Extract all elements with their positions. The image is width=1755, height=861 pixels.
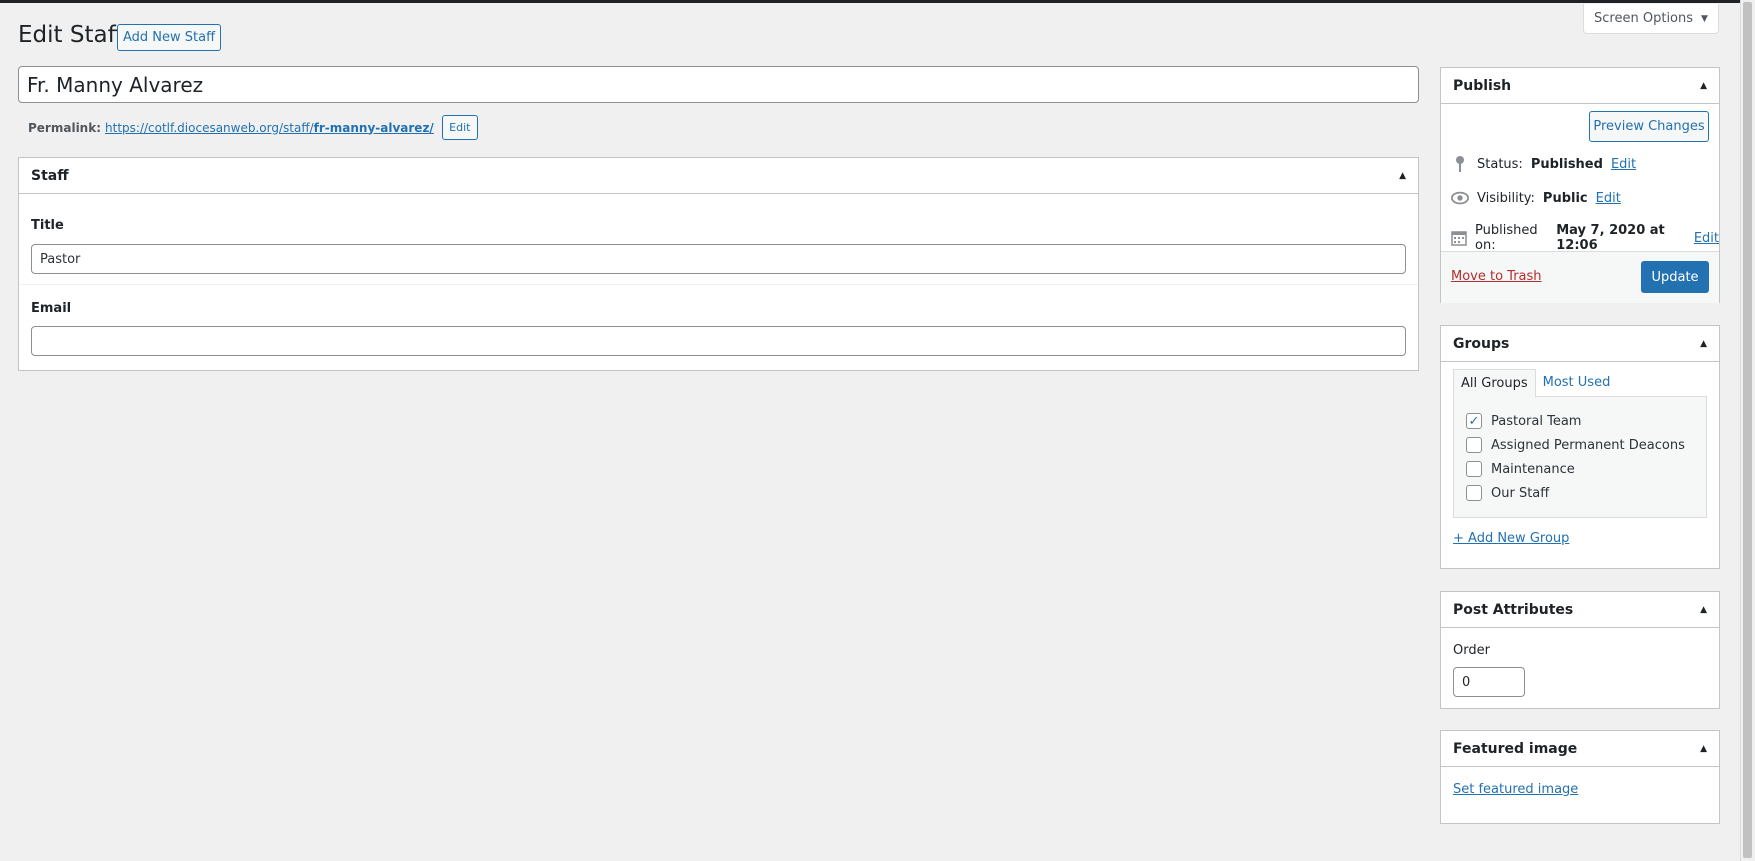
staff-email-input[interactable] [31,326,1406,356]
visibility-value: Public [1542,190,1588,206]
field-separator [19,284,1418,285]
screen-options-label: Screen Options [1594,11,1694,26]
visibility-row: Visibility: Public Edit [1451,189,1621,207]
title-field-label: Title [31,218,64,233]
group-label: Assigned Permanent Deacons [1491,437,1685,453]
published-label: Published on: [1475,223,1538,253]
set-featured-image-link[interactable]: Set featured image [1453,782,1578,797]
featured-image-box: Featured image ▲ Set featured image [1440,730,1720,824]
staff-title-input[interactable]: Pastor [31,244,1406,274]
permalink-slug: fr-manny-alvarez/ [313,120,434,135]
featured-image-heading: Featured image [1453,740,1578,757]
published-value: May 7, 2020 at 12:06 [1556,223,1665,253]
status-row: Status: Published Edit [1451,155,1636,173]
checkbox[interactable] [1466,437,1482,453]
publish-box-header[interactable]: Publish ▲ [1441,68,1719,104]
page-scrollbar[interactable] [1740,0,1755,861]
collapse-toggle-icon[interactable]: ▲ [1700,339,1707,349]
status-label: Status: [1477,156,1523,172]
checkbox[interactable] [1466,461,1482,477]
permalink-link[interactable]: https://cotlf.diocesanweb.org/staff/fr-m… [105,121,434,135]
caret-down-icon: ▼ [1701,13,1708,24]
add-new-staff-button[interactable]: Add New Staff [117,24,221,51]
group-label: Our Staff [1491,485,1550,501]
publish-box: Publish ▲ Preview Changes Status: Publis… [1440,67,1720,303]
post-attributes-box: Post Attributes ▲ Order 0 [1440,591,1720,709]
group-label: Pastoral Team [1491,413,1582,429]
visibility-edit-link[interactable]: Edit [1596,191,1621,206]
featured-image-header[interactable]: Featured image ▲ [1441,731,1719,767]
list-item[interactable]: Maintenance [1466,461,1575,477]
group-label: Maintenance [1491,461,1575,477]
collapse-toggle-icon[interactable]: ▲ [1399,171,1406,181]
admin-top-bar [0,0,1740,3]
collapse-toggle-icon[interactable]: ▲ [1700,605,1707,615]
email-field-label: Email [31,301,72,316]
staff-meta-box: Staff ▲ Title Pastor Email [18,157,1419,371]
scrollbar-thumb[interactable] [1743,2,1752,858]
page-title: Edit Staff [18,22,124,48]
post-attributes-heading: Post Attributes [1453,601,1574,618]
order-input[interactable]: 0 [1453,667,1525,697]
publish-actions: Move to Trash Update [1441,251,1719,303]
post-attributes-header[interactable]: Post Attributes ▲ [1441,592,1719,628]
published-edit-link[interactable]: Edit [1694,231,1719,246]
preview-changes-button[interactable]: Preview Changes [1589,111,1709,142]
groups-box: Groups ▲ All Groups Most Used ✓ Pastoral… [1440,325,1720,569]
checkbox-checked[interactable]: ✓ [1466,413,1482,429]
calendar-icon [1451,229,1467,247]
update-button[interactable]: Update [1641,261,1709,293]
permalink-label: Permalink: [28,120,102,135]
collapse-toggle-icon[interactable]: ▲ [1700,81,1707,91]
groups-heading: Groups [1453,335,1510,352]
order-label: Order [1453,643,1490,658]
groups-checklist: ✓ Pastoral Team Assigned Permanent Deaco… [1453,396,1707,518]
publish-heading: Publish [1453,77,1512,94]
permalink-base: https://cotlf.diocesanweb.org/staff/ [105,120,314,135]
status-value: Published [1530,156,1603,172]
staff-box-header[interactable]: Staff ▲ [19,158,1418,194]
groups-tabs: All Groups Most Used [1453,369,1617,398]
list-item[interactable]: ✓ Pastoral Team [1466,413,1581,429]
staff-box-heading: Staff [31,167,69,184]
permalink-edit-button[interactable]: Edit [441,115,478,140]
screen-options-button[interactable]: Screen Options ▼ [1583,4,1719,34]
list-item[interactable]: Assigned Permanent Deacons [1466,437,1685,453]
groups-box-header[interactable]: Groups ▲ [1441,326,1719,362]
tab-most-used[interactable]: Most Used [1536,369,1618,398]
pin-icon [1451,155,1469,173]
list-item[interactable]: Our Staff [1466,485,1549,501]
permalink-row: Permalink: https://cotlf.diocesanweb.org… [28,115,478,140]
checkbox[interactable] [1466,485,1482,501]
tab-all-groups[interactable]: All Groups [1453,369,1536,398]
published-date-row: Published on: May 7, 2020 at 12:06 Edit [1451,223,1719,253]
add-new-group-link[interactable]: + Add New Group [1453,531,1569,546]
move-to-trash-link[interactable]: Move to Trash [1451,269,1542,284]
collapse-toggle-icon[interactable]: ▲ [1700,744,1707,754]
post-title-input[interactable]: Fr. Manny Alvarez [18,66,1419,103]
visibility-label: Visibility: [1477,190,1535,206]
eye-icon [1451,189,1469,207]
status-edit-link[interactable]: Edit [1611,157,1636,172]
